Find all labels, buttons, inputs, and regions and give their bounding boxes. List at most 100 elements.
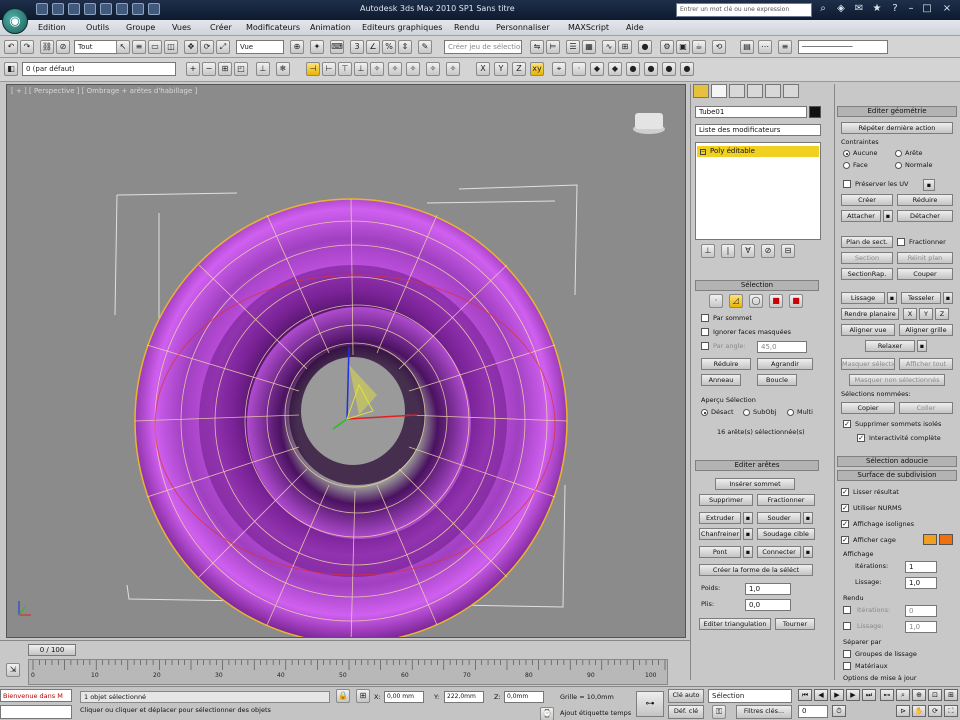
utilities-tab-icon[interactable] [783, 84, 799, 98]
percent-snap-icon[interactable]: % [382, 40, 396, 54]
planar-y-button[interactable]: Y [919, 308, 933, 320]
redo-icon[interactable] [100, 3, 112, 15]
help-icon[interactable]: ? [888, 3, 902, 16]
line-style-icon[interactable]: ≡ [778, 40, 792, 54]
snap-toggle-icon[interactable]: 3 [350, 40, 364, 54]
menu-aide[interactable]: Aide [626, 23, 644, 32]
split-checkbox[interactable] [897, 238, 905, 246]
time-config-icon[interactable]: ⏱ [832, 705, 846, 717]
constraint-tool-icon[interactable]: ✧ [370, 62, 384, 76]
paste-button[interactable]: Coller [899, 402, 953, 414]
zoom-all-icon[interactable]: ⊕ [912, 689, 926, 701]
previous-frame-icon[interactable]: ◀ [814, 689, 828, 701]
extrude-button[interactable]: Extruder [699, 512, 741, 524]
set-key-mode-button[interactable]: ⊶ [636, 691, 664, 717]
cage-color-swatch[interactable] [923, 534, 937, 545]
maxscript-listener-input[interactable]: Bienvenue dans M [0, 689, 72, 702]
preview-multi-radio[interactable] [787, 409, 794, 416]
snap-face-icon[interactable]: ◆ [608, 62, 622, 76]
new-file-icon[interactable] [36, 3, 48, 15]
mirror-icon[interactable]: ⇋ [530, 40, 544, 54]
x-coord-input[interactable]: 0,00 mm [384, 691, 424, 703]
stack-item-editable-poly[interactable]: − Poly éditable [697, 146, 819, 157]
isoline-checkbox[interactable]: ✓ [841, 520, 849, 528]
binoculars-icon[interactable]: ⌕ [816, 3, 830, 16]
spinner-snap-icon[interactable]: ⇕ [398, 40, 412, 54]
render-iterative-icon[interactable]: ⟲ [712, 40, 726, 54]
cut-button[interactable]: Couper [897, 268, 953, 280]
turn-button[interactable]: Tourner [775, 618, 815, 630]
preview-off-radio[interactable] [701, 409, 708, 416]
smooth-result-checkbox[interactable]: ✓ [841, 488, 849, 496]
tessellate-settings-button[interactable]: ▪ [943, 292, 953, 304]
layer-manager-icon[interactable]: ☰ [566, 40, 580, 54]
select-object-icon[interactable]: ↖ [116, 40, 130, 54]
planar-x-button[interactable]: X [903, 308, 917, 320]
zoom-extents-all-icon[interactable]: ⊞ [944, 689, 958, 701]
cage-selection-color-swatch[interactable] [939, 534, 953, 545]
redo-button[interactable]: ↷ [20, 40, 34, 54]
constraint-xy-icon[interactable]: ⊣ [306, 62, 320, 76]
chamfer-button[interactable]: Chanfreiner [699, 528, 741, 540]
smoothness-input[interactable]: 1,0 [905, 577, 937, 589]
curve-editor-icon[interactable]: ∿ [602, 40, 616, 54]
select-scale-icon[interactable]: ⤢ [216, 40, 230, 54]
communication-icon[interactable]: ✉ [852, 3, 866, 16]
constraint-snap-icon[interactable]: ✧ [426, 62, 440, 76]
delete-layer-icon[interactable]: − [202, 62, 216, 76]
current-frame-input[interactable]: 0 [798, 705, 828, 718]
loop-button[interactable]: Boucle [757, 374, 797, 386]
key-filters-button[interactable]: Filtres clés... [736, 705, 792, 719]
select-move-icon[interactable]: ✥ [184, 40, 198, 54]
menu-creer[interactable]: Créer [210, 23, 232, 32]
snap-bbox-icon[interactable]: ● [644, 62, 658, 76]
extrude-settings-button[interactable]: ▪ [743, 512, 753, 524]
iterations-input[interactable]: 1 [905, 561, 937, 573]
slice-button[interactable]: Section [841, 252, 893, 264]
by-angle-input[interactable]: 45,0 [757, 341, 807, 353]
crease-input[interactable]: 0,0 [745, 599, 791, 611]
menu-rendu[interactable]: Rendu [454, 23, 479, 32]
snap-grid-icon[interactable]: ● [662, 62, 676, 76]
render-setup-icon[interactable]: ⚙ [660, 40, 674, 54]
constraint-yz-icon[interactable]: ⊢ [322, 62, 336, 76]
constraint-normal-radio[interactable] [895, 162, 902, 169]
application-button[interactable]: ◉ [2, 8, 28, 34]
modifier-list-dropdown[interactable]: Liste des modificateurs [695, 124, 821, 136]
constraint-extra-icon[interactable]: ✧ [388, 62, 402, 76]
layer-toggle-icon[interactable]: ◧ [4, 62, 18, 76]
attach-button[interactable]: Attacher [841, 210, 881, 222]
search-input[interactable]: Entrer un mot clé ou une expression [676, 3, 812, 17]
attach-list-button[interactable]: ▪ [883, 210, 893, 222]
hold-icon[interactable] [116, 3, 128, 15]
unlink-icon[interactable]: ⊘ [56, 40, 70, 54]
add-to-layer-icon[interactable]: ⊞ [218, 62, 232, 76]
ring-button[interactable]: Anneau [701, 374, 741, 386]
time-slider[interactable]: 0 / 100 [28, 644, 76, 656]
weld-settings-button[interactable]: ▪ [803, 512, 813, 524]
subscription-icon[interactable]: ◈ [834, 3, 848, 16]
axis-y-button[interactable]: Y [494, 62, 508, 76]
full-interactivity-checkbox[interactable]: ✓ [857, 434, 865, 442]
absolute-mode-icon[interactable]: ⊞ [356, 689, 370, 703]
orbit-icon[interactable]: ⟳ [928, 705, 942, 717]
slice-plane-button[interactable]: Plan de sect. [841, 236, 893, 248]
menu-vues[interactable]: Vues [172, 23, 191, 32]
preserve-uvs-settings-button[interactable]: ▪ [923, 179, 935, 191]
render-iterations-input[interactable]: 0 [905, 605, 937, 617]
constraint-edge-radio[interactable] [895, 150, 902, 157]
render-smoothness-checkbox[interactable] [843, 622, 851, 630]
reset-plane-button[interactable]: Réinit plan [897, 252, 953, 264]
key-mode-icon[interactable]: ⊷ [880, 689, 894, 701]
menu-modificateurs[interactable]: Modificateurs [246, 23, 300, 32]
ignore-backfacing-checkbox[interactable] [701, 328, 709, 336]
motion-tab-icon[interactable] [747, 84, 763, 98]
go-to-end-icon[interactable]: ⏭ [862, 689, 876, 701]
detach-button[interactable]: Détacher [897, 210, 953, 222]
pin-icon[interactable]: ⊥ [256, 62, 270, 76]
align-icon[interactable]: ⊨ [546, 40, 560, 54]
line-style-dropdown[interactable]: ──────────── [798, 40, 888, 54]
freeze-icon[interactable]: ❄ [276, 62, 290, 76]
open-file-icon[interactable] [52, 3, 64, 15]
create-layer-icon[interactable]: + [186, 62, 200, 76]
